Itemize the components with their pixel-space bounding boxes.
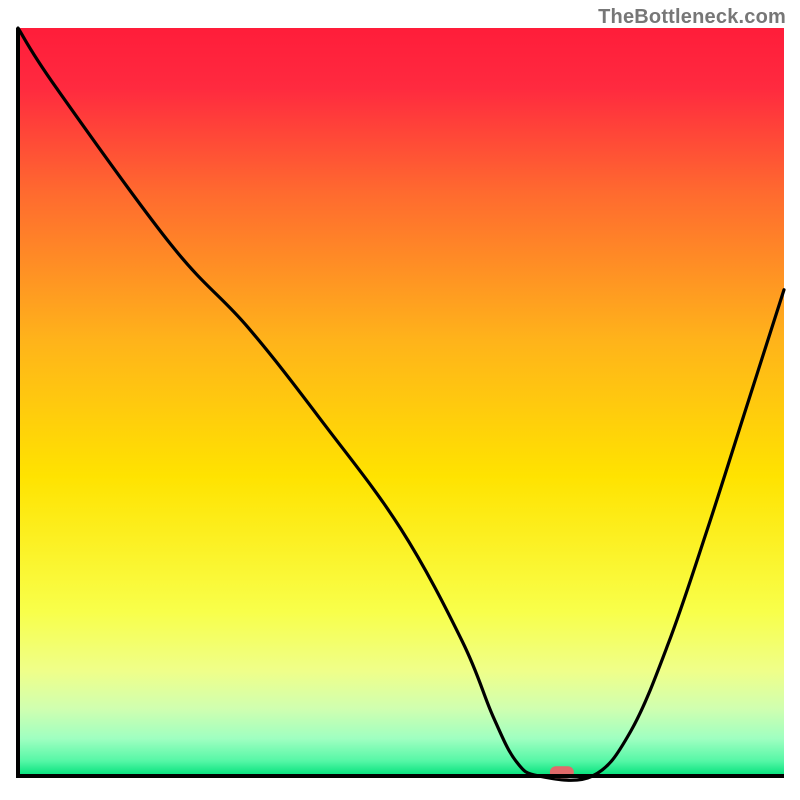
bottleneck-chart bbox=[0, 0, 800, 800]
chart-container: TheBottleneck.com bbox=[0, 0, 800, 800]
plot-background bbox=[18, 28, 784, 776]
